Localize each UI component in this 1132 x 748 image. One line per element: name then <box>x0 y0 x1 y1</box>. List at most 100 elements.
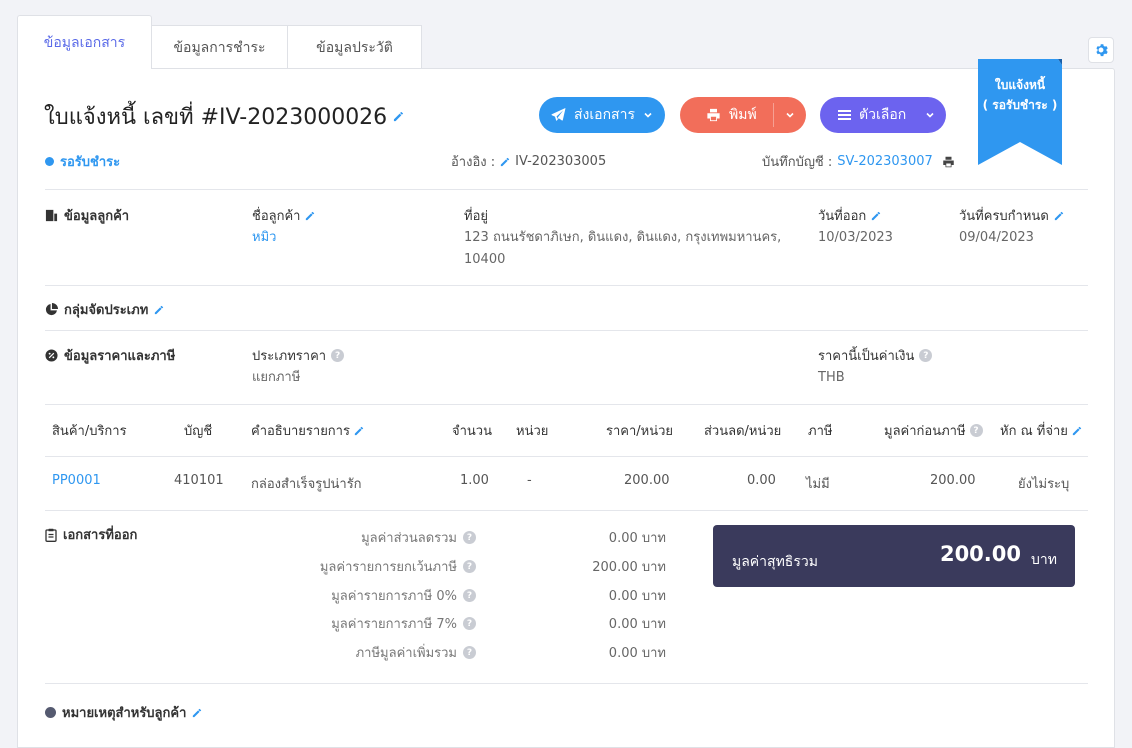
invoice-title: ใบแจ้งหนี้ เลขที่ #IV-2023000026 <box>44 105 388 130</box>
chevron-down-icon <box>926 112 934 118</box>
send-label: ส่งเอกสาร <box>574 107 635 123</box>
customer-section-title: ข้อมูลลูกค้า <box>45 205 129 226</box>
pencil-icon[interactable] <box>305 211 315 221</box>
send-document-button[interactable]: ส่งเอกสาร <box>539 97 665 133</box>
question-icon[interactable]: ? <box>463 646 476 659</box>
field-label: ชื่อลูกค้า <box>252 209 301 224</box>
ledger-field: บันทึกบัญชี : SV-202303007 <box>762 151 955 172</box>
summary-vat-value: 0.00 บาท <box>608 646 666 661</box>
address-value: 123 ถนนรัชดาภิเษก, ดินแดง, ดินแดง, กรุงเ… <box>464 227 781 271</box>
ribbon-title: ใบแจ้งหนี้ <box>994 78 1046 92</box>
print-button[interactable]: พิมพ์ <box>680 97 806 133</box>
question-icon[interactable]: ? <box>463 560 476 573</box>
summary-label: มูลค่าส่วนลดรวม <box>361 531 457 546</box>
print-label: พิมพ์ <box>729 107 757 123</box>
unit-cell: - <box>527 473 532 488</box>
net-total-value: 200.00 <box>939 542 1021 566</box>
currency-label: ราคานี้เป็นค่าเงิน ? <box>818 345 933 366</box>
summary-label: มูลค่ารายการภาษี 7% <box>331 617 457 632</box>
tab-label: ข้อมูลเอกสาร <box>43 34 126 51</box>
section-label: ข้อมูลราคาและภาษี <box>64 349 176 364</box>
summary-tax0-value: 0.00 บาท <box>608 589 666 604</box>
percent-icon <box>45 349 58 362</box>
net-total-unit: บาท <box>1031 552 1057 568</box>
settings-button[interactable] <box>1088 37 1114 63</box>
description-cell: กล่องสำเร็จรูปน่ารัก <box>251 477 362 492</box>
tab-label: ข้อมูลการชำระ <box>173 39 266 56</box>
summary-exempt-label: มูลค่ารายการยกเว้นภาษี? <box>278 556 476 577</box>
field-label: วันที่ออก <box>818 209 867 224</box>
chevron-down-icon <box>644 112 652 118</box>
tab-history-info[interactable]: ข้อมูลประวัติ <box>287 25 422 69</box>
pencil-icon[interactable] <box>154 305 164 315</box>
column-header-unit-price: ราคา/หน่วย <box>606 424 674 439</box>
category-section-title: กลุ่มจัดประเภท <box>45 299 164 320</box>
gear-icon <box>1096 44 1108 57</box>
reference-field: อ้างอิง : IV-202303005 <box>451 151 606 172</box>
pencil-icon[interactable] <box>192 708 202 718</box>
header-label: คำอธิบายรายการ <box>251 424 350 439</box>
notes-section-title: หมายเหตุสำหรับลูกค้า <box>45 702 202 723</box>
header-label: มูลค่าก่อนภาษี <box>884 424 966 439</box>
options-label: ตัวเลือก <box>859 107 907 123</box>
question-icon[interactable]: ? <box>969 424 983 437</box>
column-header-unit: หน่วย <box>516 424 549 439</box>
field-label: วันที่ครบกำหนด <box>959 209 1049 224</box>
invoice-card: ใบแจ้งหนี้ เลขที่ #IV-2023000026 ส่งเอกส… <box>17 59 1115 748</box>
pencil-icon[interactable] <box>354 426 364 436</box>
divider <box>45 189 1088 190</box>
price-type-label: ประเภทราคา ? <box>252 345 345 366</box>
due-date-value: 09/04/2023 <box>959 230 1034 245</box>
issue-date-label: วันที่ออก <box>818 205 881 226</box>
pencil-icon[interactable] <box>1054 211 1064 221</box>
address-line: 10400 <box>464 252 506 267</box>
summary-discount-label: มูลค่าส่วนลดรวม? <box>278 527 476 548</box>
address-label: ที่อยู่ <box>464 209 488 224</box>
pre-tax-amount-cell: 200.00 <box>930 473 976 488</box>
section-label: กลุ่มจัดประเภท <box>64 303 149 318</box>
pencil-icon[interactable] <box>1072 426 1082 436</box>
pie-chart-icon <box>45 303 58 316</box>
summary-label: มูลค่ารายการภาษี 0% <box>331 589 457 604</box>
header-label: หัก ณ ที่จ่าย <box>1000 424 1068 439</box>
divider <box>45 456 1088 457</box>
ledger-link[interactable]: SV-202303007 <box>837 154 933 169</box>
quantity-cell: 1.00 <box>460 473 489 488</box>
question-icon[interactable]: ? <box>331 349 345 362</box>
pencil-icon[interactable] <box>393 111 404 122</box>
question-icon[interactable]: ? <box>463 617 476 630</box>
pencil-icon[interactable] <box>871 211 881 221</box>
question-icon[interactable]: ? <box>463 589 476 602</box>
status-label: รอรับชำระ <box>60 155 121 170</box>
list-icon <box>838 110 851 120</box>
options-button[interactable]: ตัวเลือก <box>820 97 946 133</box>
tab-payment-info[interactable]: ข้อมูลการชำระ <box>151 25 288 69</box>
column-header-pre-tax-amount: มูลค่าก่อนภาษี ? <box>884 420 983 441</box>
section-label: เอกสารที่ออก <box>63 528 138 543</box>
printer-icon[interactable] <box>942 156 955 168</box>
documents-section-title: เอกสารที่ออก <box>45 524 137 545</box>
column-header-withholding: หัก ณ ที่จ่าย <box>1000 420 1082 441</box>
issue-date-value: 10/03/2023 <box>818 230 893 245</box>
page-title: ใบแจ้งหนี้ เลขที่ #IV-2023000026 <box>44 99 404 134</box>
due-date-label: วันที่ครบกำหนด <box>959 205 1064 226</box>
column-header-quantity: จำนวน <box>452 424 492 439</box>
clipboard-icon <box>45 528 57 542</box>
document-tabs: ข้อมูลเอกสาร ข้อมูลการชำระ ข้อมูลประวัติ <box>17 15 422 69</box>
column-header-tax: ภาษี <box>808 424 833 439</box>
section-label: หมายเหตุสำหรับลูกค้า <box>62 706 187 721</box>
product-code-link[interactable]: PP0001 <box>52 473 101 488</box>
customer-name-link[interactable]: หมิว <box>252 227 276 249</box>
address-line: 123 ถนนรัชดาภิเษก, ดินแดง, ดินแดง, กรุงเ… <box>464 230 782 245</box>
question-icon[interactable]: ? <box>463 531 476 544</box>
button-divider <box>773 103 774 127</box>
chevron-down-icon[interactable] <box>785 110 795 120</box>
field-label: ประเภทราคา <box>252 349 327 364</box>
question-icon[interactable]: ? <box>919 349 933 362</box>
divider <box>45 404 1088 405</box>
tab-document-info[interactable]: ข้อมูลเอกสาร <box>17 15 152 69</box>
summary-exempt-value: 200.00 บาท <box>592 560 666 575</box>
unit-price-cell: 200.00 <box>624 473 670 488</box>
pencil-icon[interactable] <box>500 157 510 167</box>
divider <box>45 510 1088 511</box>
